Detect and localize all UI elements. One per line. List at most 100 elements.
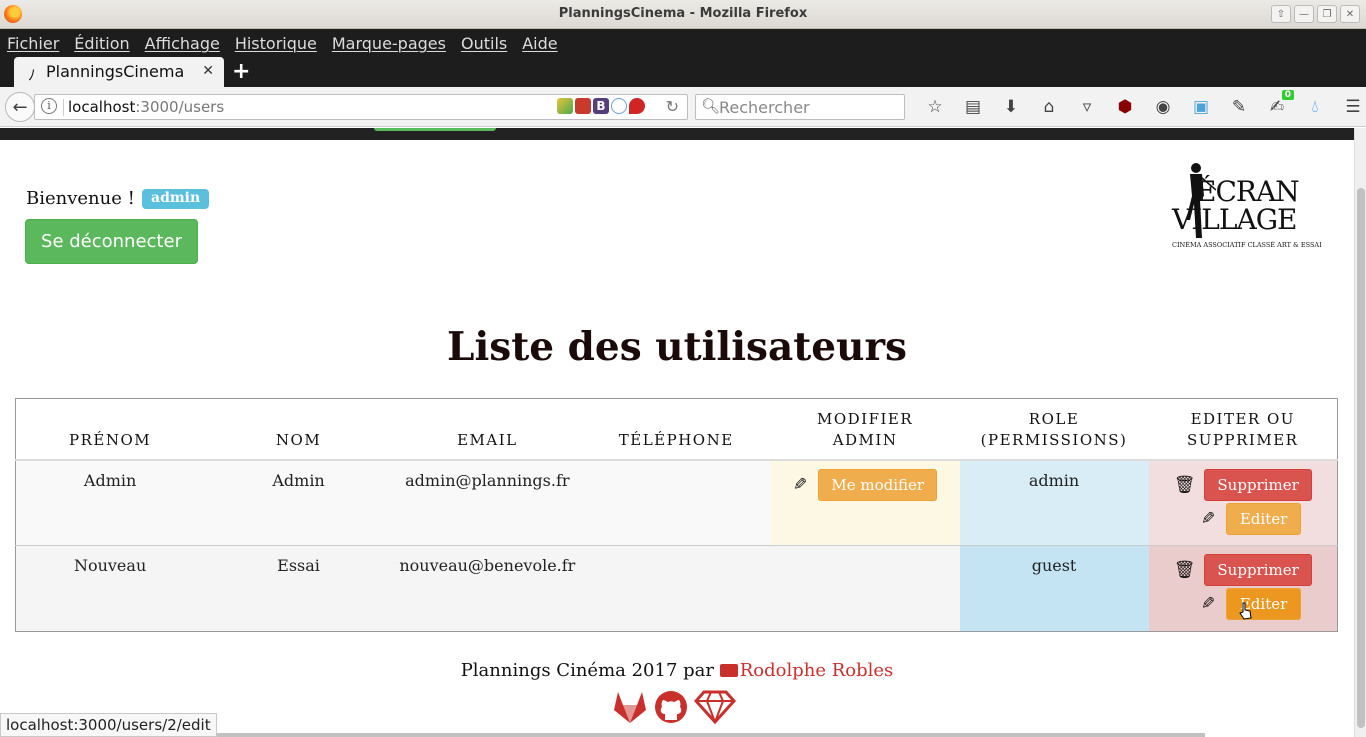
cell-telephone [581, 545, 771, 632]
menu-fichier[interactable]: Fichier [7, 34, 59, 53]
supprimer-button[interactable]: Supprimer [1204, 554, 1312, 586]
header-telephone: Téléphone [581, 398, 771, 461]
pencil-icon: ✎ [1200, 508, 1215, 529]
menu-affichage[interactable]: Affichage [145, 34, 220, 53]
download-icon[interactable]: ⬇ [992, 95, 1030, 119]
url-divider [63, 99, 64, 116]
cell-prenom: Nouveau [15, 545, 205, 632]
header-role: Role (permissions) [959, 398, 1149, 461]
tab-close-icon[interactable]: ✕ [202, 63, 214, 79]
hamburger-menu-icon[interactable]: ☰ [1334, 95, 1366, 119]
header-email: Email [392, 398, 582, 461]
logout-button[interactable]: Se déconnecter [25, 219, 198, 264]
bookmark-star-icon[interactable]: ☆ [916, 95, 954, 119]
new-tab-icon[interactable]: + [232, 59, 250, 84]
pocket-icon[interactable]: ▿ [1068, 95, 1106, 119]
me-modifier-button[interactable]: Me modifier [818, 468, 938, 501]
addon-badge: 0 [1281, 90, 1294, 100]
window-shade-button[interactable]: ⇧ [1271, 5, 1291, 23]
cell-role: admin [959, 459, 1149, 546]
author-link[interactable]: Rodolphe Robles [740, 660, 894, 681]
url-text[interactable]: localhost:3000/users [68, 98, 224, 116]
welcome-text: Bienvenue ! [26, 188, 135, 209]
header-nom: Nom [204, 398, 393, 461]
trash-icon: 🗑︎ [1173, 474, 1196, 495]
user-role-badge: admin [142, 189, 210, 209]
search-placeholder: Rechercher [719, 98, 810, 117]
map-addon-icon[interactable] [557, 98, 573, 114]
search-icon: 🔍︎ [701, 97, 721, 115]
ecran-village-logo: ÉCRAN VILLAGE CINÉMA ASSOCIATIF CLASSÉ A… [1168, 160, 1322, 252]
tab-planningscinema[interactable]: ﾉ PlanningsCinema ✕ [14, 57, 224, 87]
wave-addon-icon[interactable] [611, 98, 627, 114]
vertical-scrollbar[interactable] [1354, 128, 1366, 737]
toolbar-icons: ☆ ▤ ⬇ ⌂ ▿ ⬢ ◉ ▣ ✎ ✍ 0 💧︎ ☰ [916, 90, 1366, 119]
diamond-icon[interactable] [694, 690, 736, 724]
pencil-icon: ✎ [793, 474, 808, 495]
table-row: Nouveau Essai nouveau@benevole.fr guest … [15, 545, 1338, 632]
header-prenom: Prénom [15, 398, 205, 461]
logo-ecran: ÉCRAN [1196, 175, 1300, 208]
window-minimize-button[interactable]: — [1294, 5, 1314, 23]
window-close-button[interactable]: ✕ [1340, 5, 1360, 23]
hand-cursor-icon [1238, 602, 1252, 620]
url-bar[interactable]: i localhost:3000/users B ↻ [34, 94, 688, 120]
supprimer-button[interactable]: Supprimer [1204, 468, 1312, 501]
notifications-addon-icon[interactable]: ✍ 0 [1258, 90, 1296, 119]
menu-bar: Fichier Édition Affichage Historique Mar… [0, 29, 1366, 57]
footer: Plannings Cinéma 2017 par Rodolphe Roble… [0, 660, 1354, 681]
cell-nom: Admin [204, 459, 393, 546]
navbar-green-button-edge[interactable] [374, 128, 496, 131]
ublock-icon[interactable]: ⬢ [1106, 95, 1144, 119]
page-content: Bienvenue ! admin Se déconnecter ÉCRAN V… [0, 128, 1354, 737]
url-addon-icons: B [557, 98, 645, 114]
dragon-addon-icon[interactable] [575, 98, 591, 114]
menu-historique[interactable]: Historique [235, 34, 317, 53]
cell-actions: 🗑︎ Supprimer ✎ Editer [1148, 459, 1338, 546]
color-wheel-icon[interactable]: ◉ [1144, 95, 1182, 119]
back-arrow-icon[interactable]: ← [5, 92, 35, 122]
cell-telephone [581, 459, 771, 546]
cell-role: guest [959, 545, 1149, 632]
cell-prenom: Admin [15, 459, 205, 546]
scrollbar-thumb[interactable] [1357, 188, 1365, 728]
reading-list-icon[interactable]: ▤ [954, 95, 992, 119]
site-info-icon[interactable]: i [41, 98, 57, 114]
header-editer-supprimer: Editer ou supprimer [1148, 398, 1338, 461]
trash-icon: 🗑︎ [1173, 560, 1196, 580]
editer-button[interactable]: Editer [1225, 502, 1302, 535]
tab-bar: ﾉ PlanningsCinema ✕ + [0, 57, 1366, 87]
table-row: Admin Admin admin@plannings.fr ✎ Me modi… [15, 459, 1338, 546]
tab-title: PlanningsCinema [46, 62, 185, 81]
editer-button[interactable]: Editer [1225, 588, 1302, 620]
github-icon[interactable] [654, 690, 688, 724]
page-title: Liste des utilisateurs [447, 324, 907, 370]
footer-text: Plannings Cinéma 2017 par [460, 660, 714, 681]
water-drop-icon[interactable]: 💧︎ [1296, 95, 1334, 119]
ruby-addon-icon[interactable] [629, 98, 645, 114]
search-bar[interactable]: 🔍︎ Rechercher [695, 94, 905, 120]
url-path: :3000/users [135, 98, 225, 116]
cell-modifier-admin [770, 545, 960, 632]
horizontal-scrollbar[interactable] [205, 733, 1205, 737]
cell-modifier-admin: ✎ Me modifier [770, 459, 960, 546]
url-host: localhost [68, 98, 136, 116]
top-navbar-strip [0, 128, 1354, 140]
gitlab-icon[interactable] [612, 690, 648, 724]
window-titlebar: PlanningsCinema - Mozilla Firefox ⇧ — ❐ … [0, 0, 1366, 29]
menu-edition[interactable]: Édition [74, 34, 129, 53]
cell-nom: Essai [204, 545, 393, 632]
cinema-favicon-icon: ﾉ [28, 66, 36, 84]
window-maximize-button[interactable]: ❐ [1317, 5, 1337, 23]
s-addon-icon[interactable]: ▣ [1182, 95, 1220, 119]
logo-village: VILLAGE [1172, 203, 1297, 236]
header-modifier-admin: Modifier admin [770, 398, 960, 461]
bootstrap-addon-icon[interactable]: B [593, 98, 609, 114]
menu-outils[interactable]: Outils [461, 34, 507, 53]
cell-email: nouveau@benevole.fr [392, 545, 582, 632]
reload-icon[interactable]: ↻ [666, 97, 679, 116]
menu-marque-pages[interactable]: Marque-pages [332, 34, 446, 53]
pen-addon-icon[interactable]: ✎ [1220, 95, 1258, 119]
menu-aide[interactable]: Aide [522, 34, 557, 53]
home-icon[interactable]: ⌂ [1030, 95, 1068, 119]
